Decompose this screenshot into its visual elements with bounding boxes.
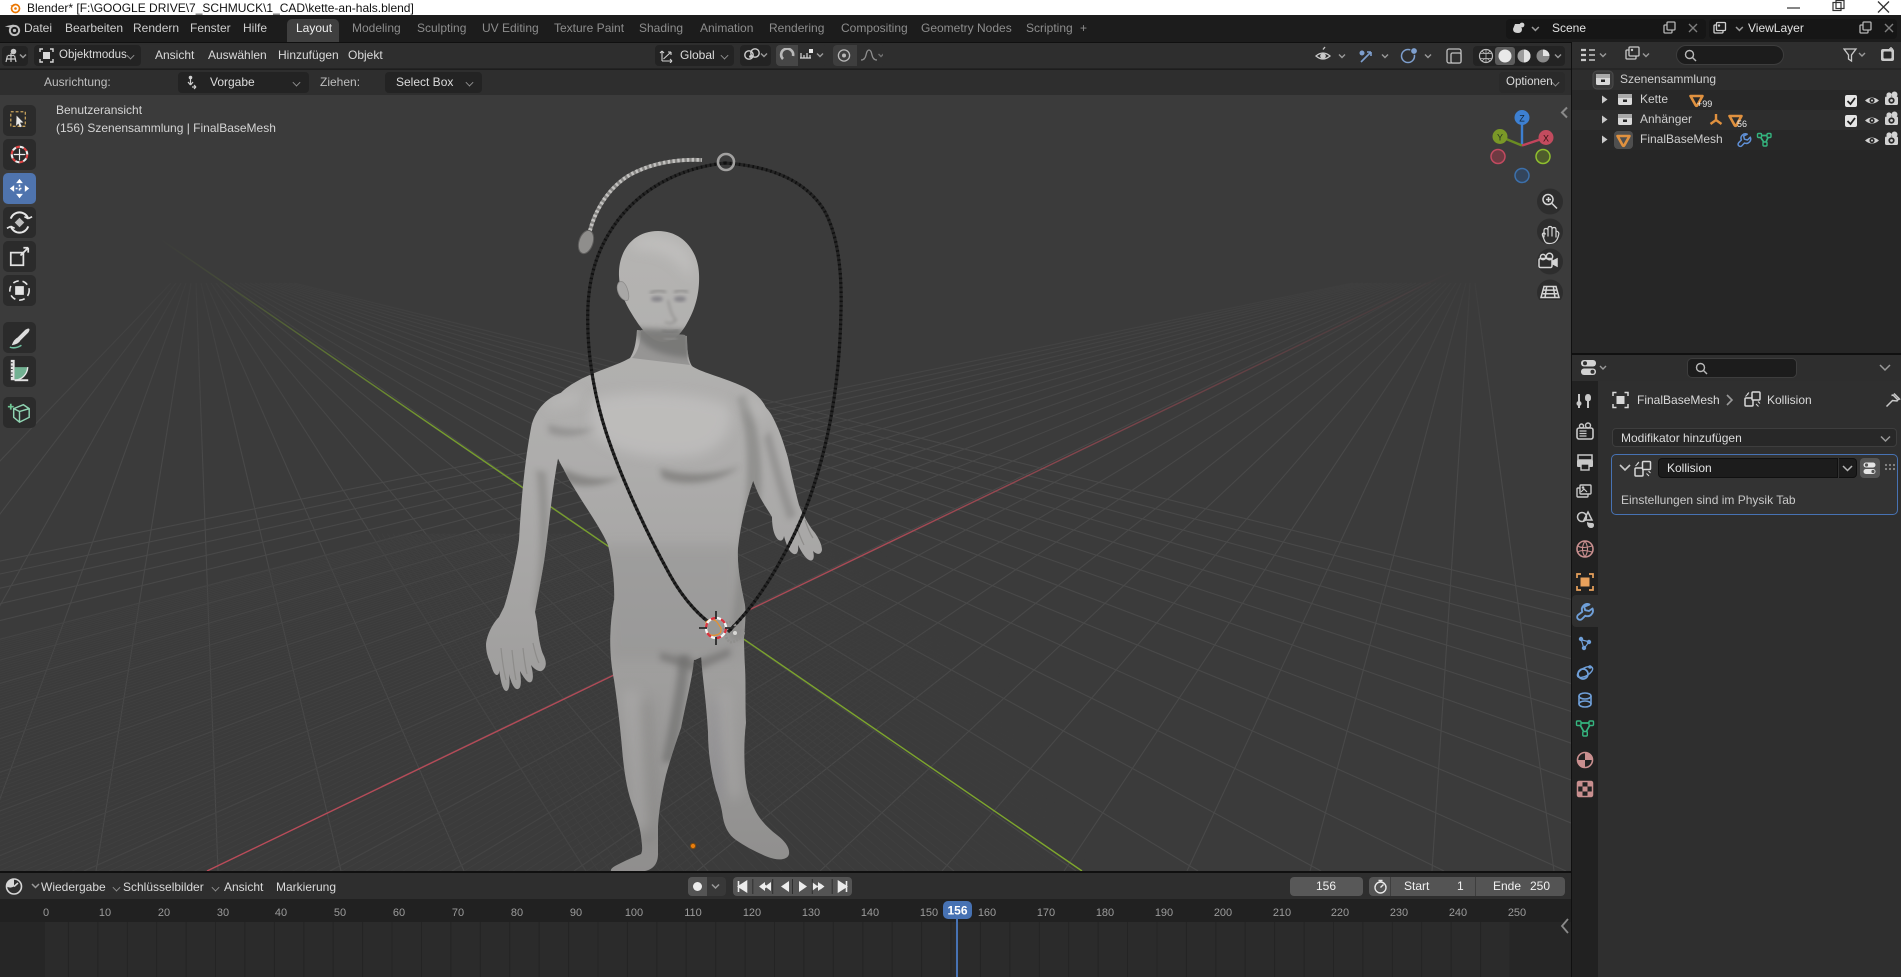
svg-text:150: 150 [920,907,938,919]
svg-text:0: 0 [43,907,49,919]
svg-text:170: 170 [1037,907,1055,919]
svg-text:+99: +99 [1697,99,1712,109]
svg-text:110: 110 [684,907,702,919]
svg-text:60: 60 [393,907,405,919]
svg-text:50: 50 [334,907,346,919]
svg-text:156: 156 [947,904,967,918]
svg-text:70: 70 [452,907,464,919]
svg-text:X: X [1543,134,1549,144]
svg-text:140: 140 [861,907,879,919]
svg-text:180: 180 [1096,907,1114,919]
svg-text:230: 230 [1390,907,1408,919]
svg-text:20: 20 [158,907,170,919]
svg-text:80: 80 [511,907,523,919]
svg-text:10: 10 [99,907,111,919]
svg-text:240: 240 [1449,907,1467,919]
svg-text:130: 130 [802,907,820,919]
svg-text:40: 40 [275,907,287,919]
svg-text:250: 250 [1508,907,1526,919]
svg-text:160: 160 [978,907,996,919]
svg-text:120: 120 [743,907,761,919]
svg-text:100: 100 [625,907,643,919]
svg-text:90: 90 [570,907,582,919]
svg-text:200: 200 [1214,907,1232,919]
svg-text:56: 56 [1737,119,1747,129]
svg-text:210: 210 [1273,907,1291,919]
svg-text:220: 220 [1331,907,1349,919]
svg-text:190: 190 [1155,907,1173,919]
svg-text:30: 30 [217,907,229,919]
svg-text:Y: Y [1497,133,1503,143]
svg-text:Z: Z [1519,114,1525,124]
